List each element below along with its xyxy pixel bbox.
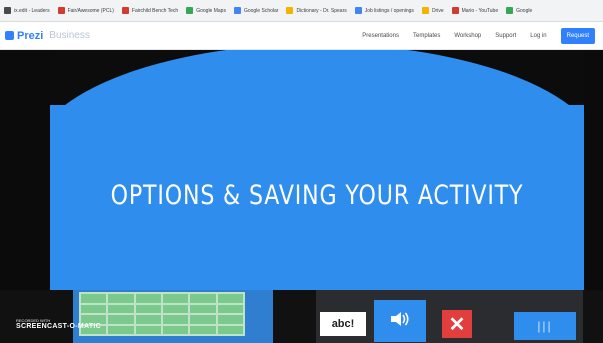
watermark-brand: SCREENCAST-O-MATIC bbox=[16, 323, 101, 330]
top-nav: Presentations Templates Workshop Support… bbox=[362, 27, 595, 44]
folder-icon bbox=[421, 7, 429, 14]
maps-icon bbox=[186, 7, 194, 14]
nav-presentations[interactable]: Presentations bbox=[362, 33, 399, 39]
prezi-logo[interactable]: Prezi Business bbox=[0, 30, 90, 42]
bookmark-item[interactable]: Job listings / openings bbox=[354, 7, 414, 14]
bookmark-label: Job listings / openings bbox=[364, 7, 414, 14]
bookmark-label: Dictionary - Dr. Spears bbox=[296, 7, 347, 14]
watermark-caption: RECORDED WITH bbox=[16, 318, 51, 323]
speaker-icon bbox=[389, 310, 411, 333]
bookmark-item[interactable]: ix.edit - Leaders bbox=[4, 7, 50, 14]
site-header: Prezi Business Presentations Templates W… bbox=[0, 22, 603, 50]
slide-title: OPTIONS & SAVING YOUR ACTIVITY bbox=[110, 180, 524, 211]
globe-icon bbox=[354, 7, 362, 14]
thumbnail-grid bbox=[79, 292, 245, 336]
doc-icon bbox=[506, 7, 514, 14]
activity-thumbnail[interactable] bbox=[73, 290, 273, 343]
bottom-strip: abc! ✕ ||| bbox=[0, 290, 603, 343]
close-icon: ✕ bbox=[448, 313, 466, 336]
recording-watermark: RECORDED WITH SCREENCAST-O-MATIC bbox=[16, 318, 101, 330]
nav-support[interactable]: Support bbox=[495, 33, 516, 39]
prezi-logo-icon bbox=[5, 31, 14, 40]
bookmark-item[interactable]: Google bbox=[506, 7, 532, 14]
scholar-icon bbox=[233, 7, 241, 14]
bookmark-label: Mario - YouTube bbox=[461, 7, 499, 14]
bookmark-icon bbox=[121, 7, 129, 14]
book-icon bbox=[286, 7, 294, 14]
keyboard-button[interactable]: abc! bbox=[320, 312, 366, 336]
video-player[interactable]: OPTIONS & SAVING YOUR ACTIVITY abc! ✕ ||… bbox=[0, 50, 603, 343]
sound-button[interactable] bbox=[374, 300, 426, 342]
bookmark-item[interactable]: Fair/Awesome (PCL) bbox=[57, 7, 114, 14]
request-button[interactable]: Request bbox=[560, 27, 595, 44]
activity-toolbar: abc! ✕ ||| bbox=[316, 290, 583, 343]
bookmark-label: Google Scholar bbox=[243, 7, 279, 14]
bookmark-label: Google Maps bbox=[196, 7, 226, 14]
bookmarks-bar: ix.edit - Leaders Fair/Awesome (PCL) Fai… bbox=[0, 0, 603, 22]
bookmark-item[interactable]: Fairchild Bench Tech bbox=[121, 7, 179, 14]
bookmark-icon bbox=[57, 7, 65, 14]
bookmark-item[interactable]: Mario - YouTube bbox=[451, 7, 499, 14]
bookmark-item[interactable]: Google Scholar bbox=[233, 7, 279, 14]
presentation-slide: OPTIONS & SAVING YOUR ACTIVITY bbox=[50, 50, 584, 312]
logo-subtext: Business bbox=[49, 30, 90, 41]
bookmark-label: Fairchild Bench Tech bbox=[131, 7, 179, 14]
bookmark-label: Fair/Awesome (PCL) bbox=[67, 7, 114, 14]
close-button[interactable]: ✕ bbox=[442, 310, 472, 338]
slide-arc-shape bbox=[50, 50, 584, 304]
bookmark-label: Drive bbox=[431, 7, 444, 14]
nav-templates[interactable]: Templates bbox=[413, 33, 440, 39]
video-icon bbox=[451, 7, 459, 14]
screen: ix.edit - Leaders Fair/Awesome (PCL) Fai… bbox=[0, 0, 603, 343]
nav-login[interactable]: Log in bbox=[530, 33, 546, 39]
bookmark-item[interactable]: Dictionary - Dr. Spears bbox=[286, 7, 347, 14]
bookmark-item[interactable]: Google Maps bbox=[186, 7, 226, 14]
bookmark-label: Google bbox=[516, 7, 533, 14]
page-icon bbox=[4, 7, 11, 14]
bars-icon: ||| bbox=[537, 319, 553, 333]
menu-button[interactable]: ||| bbox=[514, 312, 576, 340]
logo-text: Prezi bbox=[17, 29, 44, 42]
nav-workshop[interactable]: Workshop bbox=[454, 33, 481, 39]
bookmark-item[interactable]: Drive bbox=[421, 7, 444, 14]
bookmark-label: ix.edit - Leaders bbox=[14, 7, 50, 14]
